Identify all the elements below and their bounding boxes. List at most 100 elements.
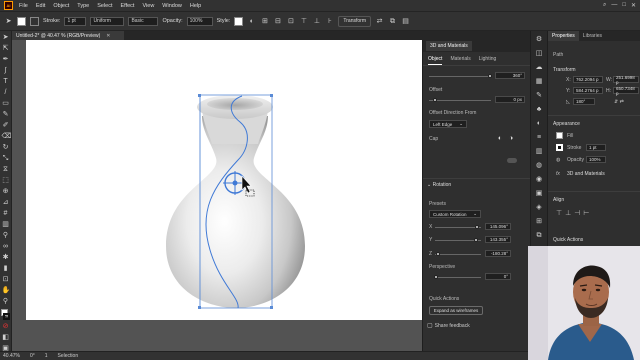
menu-edit[interactable]: Edit — [36, 3, 45, 9]
transparency-icon[interactable]: ◍ — [535, 161, 544, 170]
perspective-slider[interactable] — [435, 277, 481, 278]
zoom-level[interactable]: 40.47% — [3, 353, 20, 359]
menu-view[interactable]: View — [142, 3, 154, 9]
scale-tool-icon[interactable]: ⤡ — [2, 155, 10, 163]
blend-tool-icon[interactable]: ∞ — [2, 243, 10, 251]
applied-effect-label[interactable]: 3D and Materials — [567, 171, 605, 177]
rotation-x-field[interactable]: 145.096° — [485, 223, 511, 230]
revolve-angle-knob[interactable] — [488, 74, 492, 78]
color-icon[interactable]: ◐ — [535, 119, 544, 128]
menu-object[interactable]: Object — [53, 3, 69, 9]
draw-mode-icon[interactable]: ◧ — [2, 334, 10, 342]
cap-off-icon[interactable]: ◑ — [509, 135, 513, 142]
none-color-icon[interactable]: ⊘ — [2, 323, 10, 331]
fx-icon[interactable]: fx — [556, 171, 560, 177]
fill-swatch[interactable] — [556, 132, 563, 139]
properties-icon[interactable]: ⚙ — [535, 35, 544, 44]
opacity-field[interactable]: 100% — [586, 156, 606, 163]
tab-libraries[interactable]: Libraries — [579, 31, 606, 41]
w-field[interactable]: 251.6998 p — [613, 75, 639, 85]
symbols-icon[interactable]: ♣ — [535, 105, 544, 114]
rotation-y-field[interactable]: 143.355° — [485, 236, 511, 243]
arrange-icon[interactable]: ▤ — [401, 17, 410, 26]
variable-width-profile[interactable]: Uniform — [90, 16, 125, 26]
type-tool-icon[interactable]: T — [2, 78, 10, 86]
shaper-tool-icon[interactable]: ✐ — [2, 122, 10, 130]
symbol-sprayer-tool-icon[interactable]: ✱ — [2, 254, 10, 262]
offset-slider[interactable] — [429, 100, 491, 101]
shape-builder-tool-icon[interactable]: ⊕ — [2, 188, 10, 196]
rotation-y-knob[interactable] — [474, 238, 478, 242]
transform-button[interactable]: Transform — [338, 15, 371, 27]
graphic-styles-icon[interactable]: ▣ — [535, 189, 544, 198]
zoom-tool-icon[interactable]: ⚲ — [2, 298, 10, 306]
stroke-swatch[interactable] — [556, 144, 563, 151]
direct-selection-tool-icon[interactable]: ⇱ — [2, 45, 10, 53]
menu-type[interactable]: Type — [77, 3, 89, 9]
align-icon[interactable]: ⊞ — [535, 217, 544, 226]
eraser-tool-icon[interactable]: ⌫ — [2, 133, 12, 141]
align-middle-icon[interactable]: ⊥ — [312, 17, 321, 26]
brush-definition[interactable]: Basic — [128, 16, 159, 26]
stroke-weight-field[interactable]: 1 pt — [586, 144, 606, 151]
paintbrush-tool-icon[interactable]: ✎ — [2, 111, 10, 119]
rotate-tool-icon[interactable]: ↻ — [2, 144, 10, 152]
y-field[interactable]: 584.2764 p — [573, 87, 603, 94]
brushes-icon[interactable]: ✎ — [535, 91, 544, 100]
eyedropper-tool-icon[interactable]: ⚲ — [2, 232, 10, 240]
stroke-weight-field[interactable]: 1 pt — [64, 16, 87, 26]
menu-window[interactable]: Window — [162, 3, 182, 9]
graphic-style-swatch[interactable] — [234, 16, 244, 26]
rotation-z-field[interactable]: -180.28° — [485, 250, 511, 257]
mesh-tool-icon[interactable]: # — [2, 210, 10, 218]
align-center-icon[interactable]: ⊡ — [286, 17, 295, 26]
cap-on-icon[interactable]: ◐ — [498, 135, 502, 142]
artwork[interactable] — [26, 40, 432, 320]
canvas-pasteboard[interactable] — [12, 40, 432, 351]
x-field[interactable]: 762.2094 p — [573, 76, 603, 83]
3d-panel-title[interactable]: 3D and Materials — [426, 41, 472, 51]
menu-select[interactable]: Select — [97, 3, 112, 9]
libraries-icon[interactable]: ☁ — [535, 63, 544, 72]
gradient-icon[interactable]: ▥ — [535, 147, 544, 156]
align-bottom-icon[interactable]: ⊦ — [325, 17, 334, 26]
pen-tool-icon[interactable]: ✒ — [2, 56, 10, 64]
distribute-icon[interactable]: ⊟ — [273, 17, 282, 26]
close-tab-icon[interactable]: ✕ — [106, 33, 110, 39]
free-transform-tool-icon[interactable]: ⬚ — [2, 177, 10, 185]
menu-file[interactable]: File — [19, 3, 28, 9]
align-icon[interactable]: ⊞ — [260, 17, 269, 26]
revolve-angle-slider[interactable] — [429, 76, 491, 77]
curvature-tool-icon[interactable]: ∫ — [2, 67, 10, 75]
close-icon[interactable]: ✕ — [631, 2, 636, 9]
selection-tool-icon[interactable]: ➤ — [2, 34, 10, 42]
menu-help[interactable]: Help — [190, 3, 201, 9]
menu-effect[interactable]: Effect — [121, 3, 135, 9]
revolve-angle-field[interactable]: 360° — [495, 72, 525, 79]
offset-knob[interactable] — [433, 98, 437, 102]
tab-materials[interactable]: Materials — [450, 56, 470, 65]
rotation-z-knob[interactable] — [436, 252, 440, 256]
stroke-icon[interactable]: ≡ — [535, 133, 544, 142]
opacity-field[interactable]: 100% — [186, 16, 213, 26]
search-icon[interactable]: ⌕ — [603, 2, 606, 9]
artboard-tool-icon[interactable]: ⊡ — [2, 276, 10, 284]
stroke-swatch[interactable] — [30, 16, 39, 26]
stroke-color-box[interactable] — [3, 313, 10, 320]
angle-field[interactable]: 180° — [573, 98, 595, 105]
align-top-icon[interactable]: ⊤ — [299, 17, 308, 26]
perspective-grid-tool-icon[interactable]: ⊿ — [2, 199, 10, 207]
tab-properties[interactable]: Properties — [548, 31, 579, 41]
tab-lighting[interactable]: Lighting — [479, 56, 497, 65]
offset-direction-dropdown[interactable]: Left Edge ⌄ — [429, 120, 467, 128]
flip-icon[interactable]: ⇄ — [375, 17, 384, 26]
gradient-tool-icon[interactable]: ▥ — [2, 221, 10, 229]
expand-as-wireframes-button[interactable]: Expand as wireframes — [429, 306, 483, 315]
document-tab[interactable]: Untitled-2* @ 40.47 % (RGB/Preview) ✕ — [12, 31, 124, 40]
rotation-x-knob[interactable] — [475, 225, 479, 229]
offset-field[interactable]: 0 px — [495, 96, 525, 103]
flip-icons[interactable]: ⇵ ⇄ — [614, 99, 624, 105]
tab-object[interactable]: Object — [428, 56, 443, 65]
artboard[interactable] — [26, 40, 432, 320]
pathfinder-icon[interactable]: ⧉ — [535, 231, 544, 240]
